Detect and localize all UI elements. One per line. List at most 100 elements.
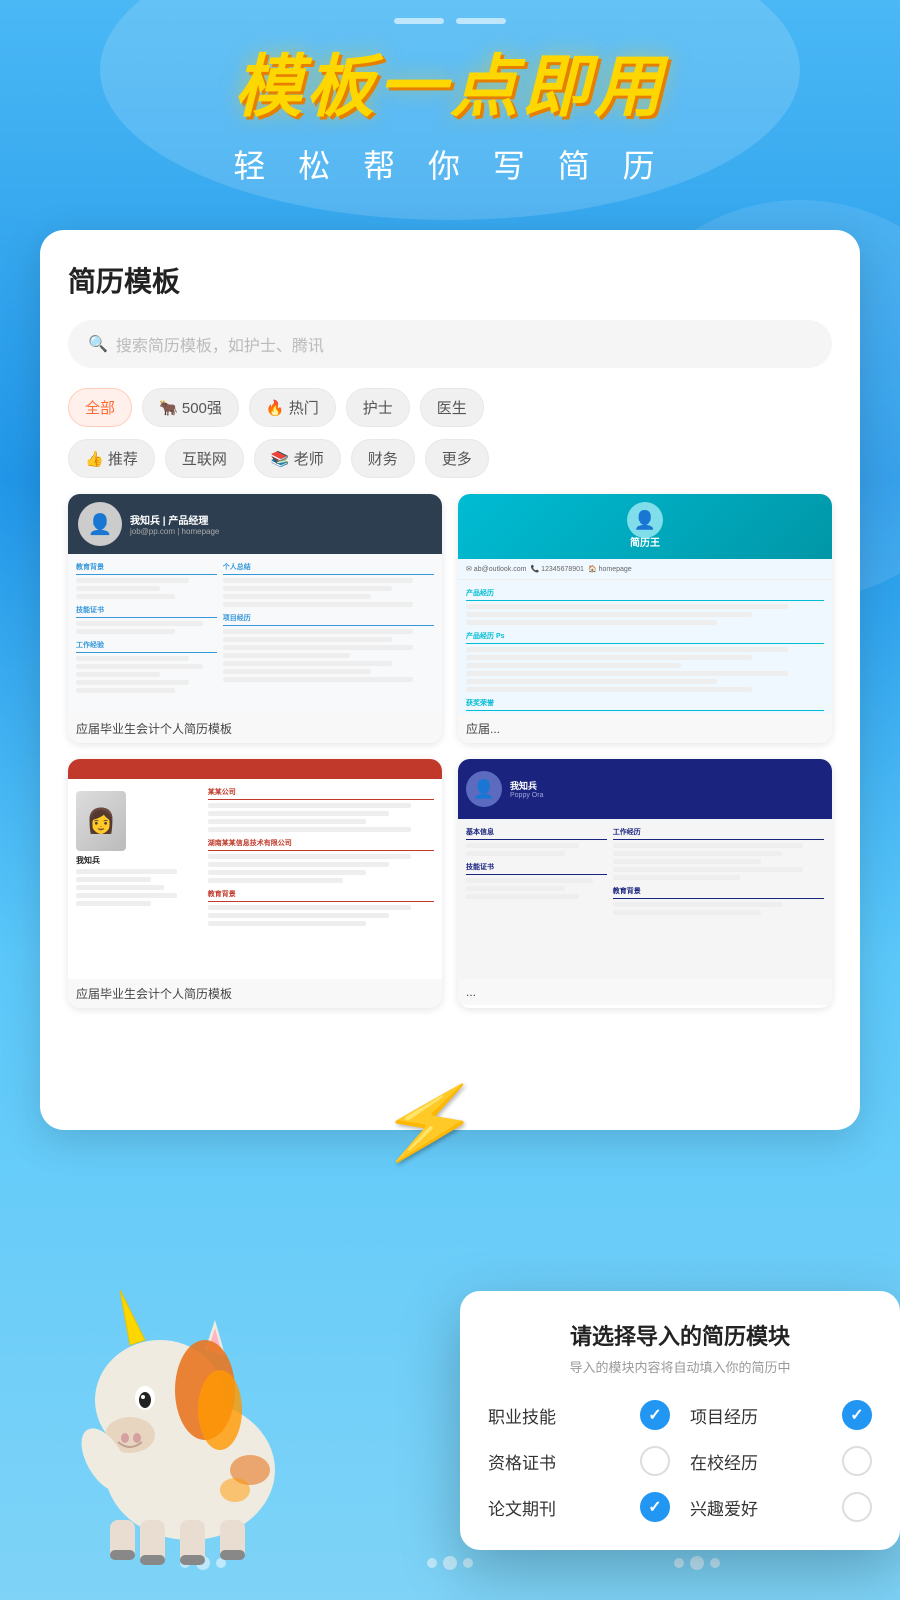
- dot-5: [443, 1556, 457, 1570]
- template-preview-1: 👤 我知兵 | 产品经理 job@pp.com | homepage 教育背景: [68, 494, 442, 714]
- dialog-subtitle: 导入的模块内容将自动填入你的简历中: [488, 1357, 872, 1376]
- t1-name-area: 我知兵 | 产品经理 job@pp.com | homepage: [130, 512, 432, 536]
- dot-group-2: [427, 1556, 473, 1570]
- hero-section: 模板一点即用 轻 松 帮 你 写 简 历: [0, 50, 900, 187]
- tag-recommend[interactable]: 👍 推荐: [68, 439, 155, 478]
- t3-r-section-1: 某某公司: [208, 787, 434, 832]
- tag-hot[interactable]: 🔥 热门: [249, 388, 336, 427]
- paper-label: 论文期刊: [488, 1495, 556, 1520]
- mascot: [50, 1250, 350, 1600]
- top-decoration-bars: [394, 18, 506, 24]
- main-card: 简历模板 🔍 搜索简历模板，如护士、腾讯 全部 🐂 500强 🔥 热门 护士 医…: [40, 230, 860, 1130]
- t4-name-area: 我知兵 Poppy Ora: [510, 779, 543, 799]
- template-card-3[interactable]: 👩 我知兵 某某公司: [68, 759, 442, 1008]
- t4-avatar: 👤: [466, 771, 502, 807]
- top-bar-left: [394, 18, 444, 24]
- t1-sub: job@pp.com | homepage: [130, 527, 432, 536]
- dot-8: [690, 1556, 704, 1570]
- t2-section-2: 产品经历 Ps: [466, 631, 824, 692]
- t1-label: 应届毕业生会计个人简历模板: [68, 714, 442, 743]
- t2-avatar: 👤: [627, 502, 663, 538]
- t4-r-s1: 工作经历: [613, 827, 824, 880]
- tag-nurse[interactable]: 护士: [346, 388, 410, 427]
- t3-photo: 👩: [76, 791, 126, 851]
- t1-body: 教育背景 技能证书 工作经验: [68, 554, 442, 707]
- search-bar[interactable]: 🔍 搜索简历模板，如护士、腾讯: [68, 320, 832, 368]
- unicorn-svg: [50, 1250, 330, 1570]
- school-checkbox[interactable]: [842, 1446, 872, 1476]
- skill-checkbox[interactable]: [640, 1400, 670, 1430]
- t4-l-s1: 基本信息: [466, 827, 607, 856]
- checkbox-row-hobby: 兴趣爱好: [690, 1492, 872, 1522]
- t3-label: 应届毕业生会计个人简历模板: [68, 979, 442, 1008]
- t4-name: 我知兵: [510, 779, 543, 792]
- tag-internet[interactable]: 互联网: [165, 439, 244, 478]
- checkbox-row-school: 在校经历: [690, 1446, 872, 1476]
- project-label: 项目经历: [690, 1403, 758, 1428]
- dot-6: [463, 1558, 473, 1568]
- dot-4: [427, 1558, 437, 1568]
- t4-r-s2: 教育背景: [613, 886, 824, 915]
- tag-teacher[interactable]: 📚 老师: [254, 439, 341, 478]
- t1-section-3: 工作经验: [76, 640, 217, 693]
- tag-all[interactable]: 全部: [68, 388, 132, 427]
- t4-header: 👤 我知兵 Poppy Ora: [458, 759, 832, 819]
- t1-section-2: 技能证书: [76, 605, 217, 634]
- template-preview-2: 👤 简历王 ✉ ab@outlook.com 📞 12345678901 🏠 h…: [458, 494, 832, 714]
- checkbox-grid: 职业技能 项目经历 资格证书 在校经历 论文期刊 兴趣爱好: [488, 1400, 872, 1522]
- cert-checkbox[interactable]: [640, 1446, 670, 1476]
- templates-grid: 👤 我知兵 | 产品经理 job@pp.com | homepage 教育背景: [68, 494, 832, 1008]
- t4-label: ...: [458, 979, 832, 1005]
- project-checkbox[interactable]: [842, 1400, 872, 1430]
- hero-subtitle: 轻 松 帮 你 写 简 历: [0, 141, 900, 187]
- t4-role: Poppy Ora: [510, 792, 543, 799]
- t2-body: 产品经历 产品经历 Ps 获奖: [458, 580, 832, 714]
- tags-row-2: 👍 推荐 互联网 📚 老师 财务 更多: [68, 439, 832, 478]
- paper-checkbox[interactable]: [640, 1492, 670, 1522]
- t3-name: 我知兵: [76, 855, 202, 866]
- t2-contact: ✉ ab@outlook.com 📞 12345678901 🏠 homepag…: [458, 559, 832, 580]
- search-placeholder: 搜索简历模板，如护士、腾讯: [116, 332, 324, 356]
- checkbox-row-paper: 论文期刊: [488, 1492, 670, 1522]
- cert-label: 资格证书: [488, 1449, 556, 1474]
- t1-r-section-2: 项目经历: [223, 613, 434, 682]
- t1-avatar: 👤: [78, 502, 122, 546]
- hobby-label: 兴趣爱好: [690, 1495, 758, 1520]
- dialog-title: 请选择导入的简历模块: [488, 1319, 872, 1351]
- t3-header: [68, 759, 442, 779]
- tag-500[interactable]: 🐂 500强: [142, 388, 239, 427]
- tag-doctor[interactable]: 医生: [420, 388, 484, 427]
- template-card-1[interactable]: 👤 我知兵 | 产品经理 job@pp.com | homepage 教育背景: [68, 494, 442, 743]
- search-icon: 🔍: [88, 334, 108, 354]
- t1-left: 教育背景 技能证书 工作经验: [76, 562, 217, 699]
- t3-right: 某某公司 湖南某某信息技术有限公司: [208, 787, 434, 932]
- t2-section-1: 产品经历: [466, 588, 824, 625]
- t1-right: 个人总结 项目经历: [223, 562, 434, 699]
- top-bar-right: [456, 18, 506, 24]
- t3-r-section-2: 湖南某某信息技术有限公司: [208, 838, 434, 883]
- template-card-2[interactable]: 👤 简历王 ✉ ab@outlook.com 📞 12345678901 🏠 h…: [458, 494, 832, 743]
- dot-7: [674, 1558, 684, 1568]
- import-dialog: 请选择导入的简历模块 导入的模块内容将自动填入你的简历中 职业技能 项目经历 资…: [460, 1291, 900, 1550]
- t2-header: 👤 简历王: [458, 494, 832, 559]
- t4-left: 基本信息 技能证书: [466, 827, 607, 921]
- tag-finance[interactable]: 财务: [351, 439, 415, 478]
- t3-left: 👩 我知兵: [76, 787, 202, 932]
- school-label: 在校经历: [690, 1449, 758, 1474]
- tags-row-1: 全部 🐂 500强 🔥 热门 护士 医生: [68, 388, 832, 427]
- t4-body: 基本信息 技能证书 工作经历: [458, 819, 832, 929]
- t1-r-section-1: 个人总结: [223, 562, 434, 607]
- t2-label: 应届...: [458, 714, 832, 743]
- t3-body: 👩 我知兵 某某公司: [68, 779, 442, 940]
- skill-label: 职业技能: [488, 1403, 556, 1428]
- hobby-checkbox[interactable]: [842, 1492, 872, 1522]
- lightning-icon: ⚡: [373, 1068, 487, 1178]
- checkbox-row-skill: 职业技能: [488, 1400, 670, 1430]
- t3-r-section-3: 教育背景: [208, 889, 434, 926]
- dot-group-3: [674, 1556, 720, 1570]
- tag-more[interactable]: 更多: [425, 439, 489, 478]
- dot-9: [710, 1558, 720, 1568]
- template-preview-4: 👤 我知兵 Poppy Ora 基本信息 技能证书: [458, 759, 832, 979]
- t4-l-s2: 技能证书: [466, 862, 607, 899]
- template-card-4[interactable]: 👤 我知兵 Poppy Ora 基本信息 技能证书: [458, 759, 832, 1008]
